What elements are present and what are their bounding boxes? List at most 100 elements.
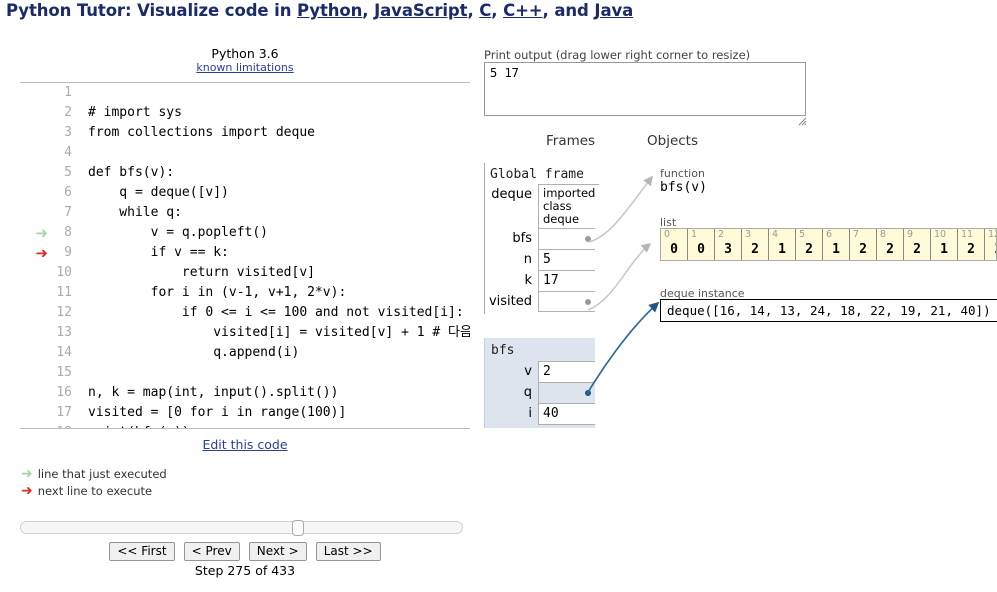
code-panel: Python 3.6 known limitations 1 2 # import … — [20, 46, 470, 499]
list-cell: 10 1 — [931, 229, 958, 260]
code-line-number: 13 — [56, 325, 72, 340]
local-frame-variables: v 2 q i 40 — [485, 361, 595, 425]
list-cell-value: 0 — [670, 242, 678, 257]
known-limitations: known limitations — [20, 61, 470, 75]
list-cell-value: 1 — [778, 242, 786, 257]
code-line-text: visited[i] = visited[v] + 1 # 다음 ( — [88, 325, 470, 340]
code-line-number: 17 — [56, 405, 72, 420]
legend-item: ➜ line that just executed — [21, 464, 470, 482]
first-button[interactable]: << First — [109, 542, 175, 561]
code-line-number: 11 — [56, 285, 72, 300]
list-cell-value: 0 — [697, 242, 705, 257]
list-cell-value: 2 — [913, 242, 921, 257]
next-line-arrow-icon: ➜ — [21, 483, 33, 499]
code-line-text: return visited[v] — [88, 265, 315, 280]
code-line[interactable]: 4 — [20, 143, 470, 163]
code-line[interactable]: 3 from collections import deque — [20, 123, 470, 143]
list-cell: 41 — [769, 229, 796, 260]
list-cell-value: 2 — [886, 242, 894, 257]
execution-legend: ➜ line that just executed ➜ next line to ex… — [21, 464, 470, 499]
code-line[interactable]: 2 # import sys — [20, 103, 470, 123]
variable-value — [538, 382, 595, 403]
code-line[interactable]: 12 if 0 <= i <= 100 and not visited[i]: … — [20, 303, 470, 323]
code-line[interactable]: 16 n, k = map(int, input().split()) — [20, 383, 470, 403]
lang-link-c[interactable]: C — [479, 1, 491, 20]
variable-value: 17 — [538, 270, 595, 291]
code-line[interactable]: 5 def bfs(v): — [20, 163, 470, 183]
code-line[interactable]: ➜ 9 if v == k: — [20, 243, 470, 263]
title-sep-2: , — [467, 1, 480, 20]
local-frame-bfs: bfs v 2 q i 40 — [484, 338, 595, 428]
list-cell-index: 10 — [934, 229, 947, 240]
code-line-text: if 0 <= i <= 100 and not visited[i]: # — [88, 305, 470, 320]
lang-link-javascript[interactable]: JavaScript — [374, 1, 467, 20]
pointer-dot-icon — [585, 236, 591, 242]
code-line-text: for i in (v-1, v+1, 2*v): — [88, 285, 347, 300]
code-line[interactable]: 11 for i in (v-1, v+1, 2*v): — [20, 283, 470, 303]
objects-header: Objects — [647, 133, 699, 149]
edit-code: Edit this code — [20, 437, 470, 452]
code-line[interactable]: 7 while q: — [20, 203, 470, 223]
last-button[interactable]: Last >> — [315, 542, 381, 561]
list-cell-index: 12 — [988, 229, 996, 240]
list-cell-index: 1 — [691, 229, 698, 240]
code-line-text: q = deque([v]) — [88, 185, 229, 200]
resize-handle-icon[interactable] — [797, 116, 807, 126]
arrow-q-to-deque — [586, 301, 660, 395]
code-line-number: 9 — [64, 245, 72, 260]
code-line-text: v = q.popleft() — [88, 225, 269, 240]
list-cell: 92 — [904, 229, 931, 260]
code-line[interactable]: 13 visited[i] = visited[v] + 1 # 다음 ( — [20, 323, 470, 343]
print-output-textarea[interactable] — [484, 62, 806, 116]
code-line[interactable]: 1 — [20, 83, 470, 103]
global-frame: Global frame deque imported class deque bf… — [484, 163, 600, 314]
code-line[interactable]: 10 return visited[v] — [20, 263, 470, 283]
frame-variable-row: bfs — [485, 228, 595, 249]
lang-link-cpp[interactable]: C++ — [503, 1, 543, 20]
code-line-number: 10 — [56, 265, 72, 280]
list-cell-index: 11 — [961, 229, 974, 240]
code-line[interactable]: 14 q.append(i) — [20, 343, 470, 363]
list-cell-index: 2 — [718, 229, 725, 240]
list-cell: 52 — [796, 229, 823, 260]
edit-this-code-link[interactable]: Edit this code — [202, 437, 287, 452]
step-slider[interactable] — [20, 520, 463, 536]
code-line-text: visited = [0 for i in range(100)] — [88, 405, 347, 420]
legend-item: ➜ next line to execute — [21, 481, 470, 499]
code-line[interactable]: 15 — [20, 363, 470, 383]
lang-link-python[interactable]: Python — [297, 1, 362, 20]
code-line-number: 3 — [64, 125, 72, 140]
title-sep-4: , and — [542, 1, 595, 20]
local-frame-title: bfs — [491, 343, 515, 358]
code-line[interactable]: 6 q = deque([v]) — [20, 183, 470, 203]
code-line-number: 5 — [64, 165, 72, 180]
list-cell-index: 7 — [853, 229, 860, 240]
list-cell-index: 4 — [772, 229, 779, 240]
arrow-visited-to-list — [587, 242, 652, 311]
frame-variable-row: k 17 — [485, 270, 595, 291]
list-cell-index: 5 — [799, 229, 806, 240]
list-cell: 10 — [688, 229, 715, 260]
known-limitations-link[interactable]: known limitations — [196, 61, 293, 74]
prev-button[interactable]: < Prev — [183, 542, 240, 561]
code-line[interactable]: 17 visited = [0 for i in range(100)] — [20, 403, 470, 423]
next-button[interactable]: Next > — [248, 542, 307, 561]
code-line[interactable]: 18print(bfs(n)) — [20, 423, 470, 428]
lang-link-java[interactable]: Java — [594, 1, 633, 20]
title-sep-1: , — [362, 1, 375, 20]
step-slider-track[interactable] — [20, 521, 463, 534]
code-line-number: 15 — [56, 365, 72, 380]
list-cell: 82 — [877, 229, 904, 260]
variable-value — [538, 228, 595, 249]
pointer-dot-icon — [585, 298, 591, 305]
variable-name: i — [528, 406, 532, 421]
code-line-arrow-cell: ➜ — [20, 243, 48, 265]
language-label: Python 3.6 — [211, 46, 279, 61]
list-cell-value: 2 — [859, 242, 867, 257]
code-line[interactable]: ➜ 8 v = q.popleft() — [20, 223, 470, 243]
step-slider-thumb[interactable] — [291, 520, 304, 536]
variable-name: bfs — [512, 231, 532, 246]
frames-header: Frames — [546, 133, 596, 149]
list-cell-value: 1 — [832, 242, 840, 257]
list-cell: 11 2 — [958, 229, 985, 260]
